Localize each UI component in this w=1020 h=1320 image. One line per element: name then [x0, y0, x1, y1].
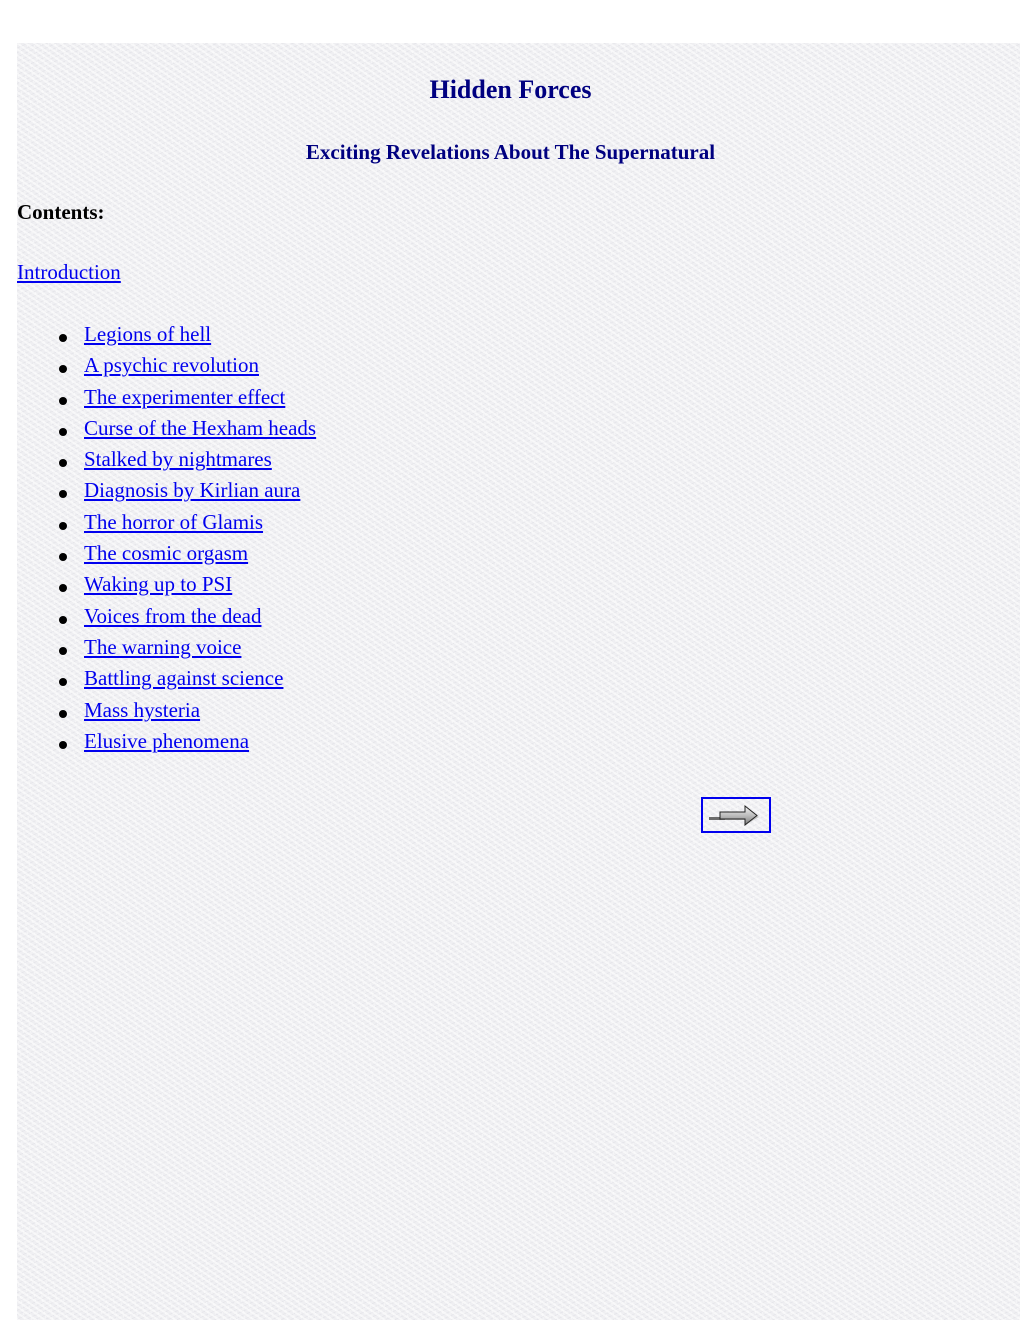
- toc-item: Battling against science: [17, 665, 316, 696]
- toc-item: Waking up to PSI: [17, 571, 316, 602]
- toc-item: A psychic revolution: [17, 352, 316, 383]
- toc-link[interactable]: The warning voice: [84, 635, 241, 659]
- toc-item: The cosmic orgasm: [17, 540, 316, 571]
- toc-item: Curse of the Hexham heads: [17, 415, 316, 446]
- toc-item: Mass hysteria: [17, 697, 316, 728]
- toc-item: The warning voice: [17, 634, 316, 665]
- page-subtitle: Exciting Revelations About The Supernatu…: [305, 140, 716, 164]
- toc-link[interactable]: The cosmic orgasm: [84, 541, 248, 565]
- toc-item: The experimenter effect: [17, 384, 316, 415]
- contents-heading: Contents:: [17, 200, 105, 224]
- bullet-icon: [59, 427, 67, 436]
- right-arrow-icon: [709, 804, 759, 827]
- toc-link[interactable]: Elusive phenomena: [84, 729, 249, 753]
- toc-link[interactable]: Curse of the Hexham heads: [84, 416, 316, 440]
- toc-link[interactable]: Stalked by nightmares: [84, 447, 272, 471]
- toc-link[interactable]: Voices from the dead: [84, 604, 261, 628]
- bullet-icon: [59, 553, 67, 562]
- bullet-icon: [59, 365, 67, 374]
- toc-link[interactable]: Mass hysteria: [84, 698, 200, 722]
- toc-link[interactable]: Waking up to PSI: [84, 572, 232, 596]
- bullet-icon: [59, 584, 67, 593]
- bullet-icon: [59, 678, 67, 687]
- bullet-icon: [59, 334, 67, 342]
- toc-item: The horror of Glamis: [17, 509, 316, 540]
- toc-link[interactable]: A psychic revolution: [84, 353, 259, 377]
- bullet-icon: [59, 521, 67, 530]
- next-page-button[interactable]: [701, 797, 771, 833]
- bullet-icon: [59, 490, 67, 499]
- bullet-icon: [59, 459, 67, 468]
- table-of-contents: Legions of hell A psychic revolution The…: [17, 321, 316, 759]
- toc-link[interactable]: The horror of Glamis: [84, 510, 263, 534]
- toc-link[interactable]: Legions of hell: [84, 322, 211, 346]
- bullet-icon: [59, 396, 67, 405]
- toc-link[interactable]: The experimenter effect: [84, 385, 285, 409]
- toc-link[interactable]: Battling against science: [84, 666, 283, 690]
- toc-item: Elusive phenomena: [17, 728, 316, 759]
- toc-item: Legions of hell: [17, 321, 316, 352]
- page-title: Hidden Forces: [429, 75, 592, 104]
- toc-item: Voices from the dead: [17, 603, 316, 634]
- page-background: Hidden Forces Exciting Revelations About…: [17, 43, 1020, 1320]
- bullet-icon: [59, 709, 67, 718]
- introduction-link[interactable]: Introduction: [17, 259, 121, 285]
- toc-item: Stalked by nightmares: [17, 446, 316, 477]
- toc-item: Diagnosis by Kirlian aura: [17, 477, 316, 508]
- bullet-icon: [59, 615, 67, 624]
- bullet-icon: [59, 740, 67, 749]
- toc-link[interactable]: Diagnosis by Kirlian aura: [84, 478, 300, 502]
- bullet-icon: [59, 646, 67, 655]
